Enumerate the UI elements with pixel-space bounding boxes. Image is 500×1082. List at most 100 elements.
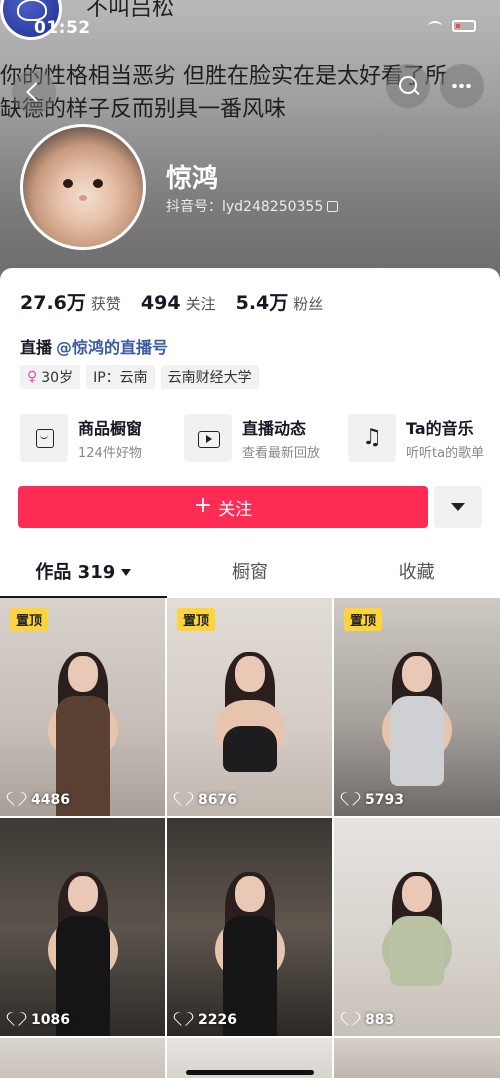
video-like-count: 883 — [365, 1012, 395, 1028]
status-icons — [428, 20, 476, 32]
video-likes: 883 — [344, 1012, 394, 1028]
stat-likes[interactable]: 27.6万 获赞 — [20, 288, 121, 315]
heart-icon — [344, 1013, 360, 1027]
stat-following[interactable]: 494 关注 — [141, 292, 216, 314]
douyin-id-text: 抖音号：lyd248250355 — [166, 199, 324, 215]
heart-icon — [177, 793, 193, 807]
video-like-count: 8676 — [198, 792, 237, 808]
thumb-outfit — [390, 916, 444, 986]
heart-icon — [10, 793, 26, 807]
tab-favorites-label: 收藏 — [398, 562, 435, 583]
video-tile[interactable]: 置顶 8676 — [167, 598, 332, 816]
tab-showcase-label: 橱窗 — [232, 562, 268, 583]
tab-favorites[interactable]: 收藏 — [333, 554, 500, 598]
video-likes: 4486 — [10, 792, 70, 808]
video-tile[interactable] — [334, 1038, 500, 1078]
heart-icon — [10, 1013, 26, 1027]
copy-icon[interactable] — [327, 201, 339, 212]
pinned-badge: 置顶 — [10, 608, 49, 631]
avatar-nose — [79, 195, 87, 201]
profile-tabs: 作品 319 橱窗 收藏 — [0, 554, 500, 598]
tag-age: ♀ 30岁 — [20, 365, 81, 389]
home-indicator[interactable] — [186, 1070, 314, 1075]
thumb-face — [67, 656, 98, 692]
heart-icon — [177, 1013, 193, 1027]
video-tile[interactable]: 2226 — [167, 818, 332, 1036]
female-icon: ♀ — [27, 369, 38, 385]
avatar-eye-left — [63, 179, 73, 188]
profile-card: 27.6万 获赞 494 关注 5.4万 粉丝 直播 @惊鸿的直播号 ♀ 30岁 … — [0, 268, 500, 1082]
pinned-badge: 置顶 — [344, 608, 383, 631]
live-account-link[interactable]: @惊鸿的直播号 — [56, 338, 168, 357]
profile-avatar[interactable] — [20, 124, 146, 250]
recommend-dropdown-button[interactable] — [434, 486, 482, 528]
video-likes: 1086 — [10, 1012, 70, 1028]
plus-icon: + — [193, 493, 213, 518]
live-account-line: 直播 @惊鸿的直播号 — [20, 334, 168, 358]
shopping-bag-icon — [20, 414, 68, 462]
stat-following-label: 关注 — [185, 295, 216, 313]
stat-followers-label: 粉丝 — [293, 295, 324, 313]
stat-following-value: 494 — [140, 292, 181, 314]
video-like-count: 2226 — [198, 1012, 237, 1028]
video-like-count: 1086 — [31, 1012, 70, 1028]
pinned-badge: 置顶 — [177, 608, 216, 631]
video-tile[interactable] — [0, 1038, 165, 1078]
video-grid: 置顶 4486 置顶 8676 置顶 5793 1086 2226 883 — [0, 598, 500, 1078]
thumb-face — [234, 656, 265, 692]
status-time: 01:52 — [34, 18, 91, 38]
tag-age-label: 30岁 — [41, 370, 74, 386]
video-likes: 2226 — [177, 1012, 237, 1028]
thumb-face — [234, 876, 265, 912]
follow-button[interactable]: + 关注 — [18, 486, 428, 528]
wifi-icon — [428, 21, 442, 31]
profile-banner: 不叫吕松 01:52 你的性格相当恶劣 但胜在脸实在是太好看了所 缺德的样子反而… — [0, 0, 500, 290]
feature-shop-title: 商品橱窗 — [78, 419, 143, 438]
video-likes: 5793 — [344, 792, 404, 808]
tab-works[interactable]: 作品 319 — [0, 554, 167, 598]
video-likes: 8676 — [177, 792, 237, 808]
avatar-eye-right — [93, 179, 103, 188]
tag-school[interactable]: 云南财经大学 — [160, 365, 259, 389]
video-like-count: 4486 — [31, 792, 70, 808]
stat-followers-value: 5.4万 — [235, 292, 289, 314]
feature-music-title: Ta的音乐 — [406, 419, 474, 438]
feature-live-replays[interactable]: 直播动态 查看最新回放 — [184, 412, 348, 464]
video-tile[interactable]: 置顶 5793 — [334, 598, 500, 816]
thumb-face — [402, 656, 432, 692]
feature-live-title: 直播动态 — [242, 419, 307, 438]
tag-school-label: 云南财经大学 — [167, 370, 252, 386]
thumb-outfit — [222, 726, 277, 772]
video-like-count: 5793 — [365, 792, 404, 808]
feature-shop-subtitle: 124件好物 — [78, 446, 142, 461]
tab-showcase[interactable]: 橱窗 — [167, 554, 334, 598]
more-button[interactable] — [440, 64, 484, 108]
video-tile[interactable]: 1086 — [0, 818, 165, 1036]
feature-live-subtitle: 查看最新回放 — [242, 446, 321, 461]
video-tile[interactable]: 置顶 4486 — [0, 598, 165, 816]
tab-works-label: 作品 319 — [35, 562, 116, 583]
tv-icon — [184, 414, 232, 462]
music-note-icon: ♫ — [348, 414, 396, 462]
heart-icon — [344, 793, 360, 807]
follow-label: 关注 — [218, 499, 253, 520]
feature-music[interactable]: ♫ Ta的音乐 听听ta的歌单 — [348, 412, 500, 464]
search-button[interactable] — [386, 64, 430, 108]
battery-icon — [452, 20, 476, 32]
stat-followers[interactable]: 5.4万 粉丝 — [236, 288, 324, 315]
stat-likes-value: 27.6万 — [20, 292, 86, 314]
thumb-face — [402, 876, 432, 912]
stat-likes-label: 获赞 — [90, 295, 121, 313]
tag-ip: IP：云南 — [86, 365, 155, 389]
back-button[interactable] — [12, 70, 56, 114]
feature-shop-window[interactable]: 商品橱窗 124件好物 — [20, 412, 184, 464]
profile-tags: ♀ 30岁 IP：云南 云南财经大学 — [20, 365, 259, 389]
thumb-outfit — [390, 696, 444, 786]
tag-ip-label: IP：云南 — [93, 370, 148, 386]
video-tile[interactable]: 883 — [334, 818, 500, 1036]
more-dots-icon — [451, 84, 473, 88]
thumb-face — [67, 876, 98, 912]
douyin-id[interactable]: 抖音号：lyd248250355 — [166, 196, 339, 216]
stats-row: 27.6万 获赞 494 关注 5.4万 粉丝 — [20, 288, 323, 315]
caret-down-icon — [121, 569, 132, 576]
